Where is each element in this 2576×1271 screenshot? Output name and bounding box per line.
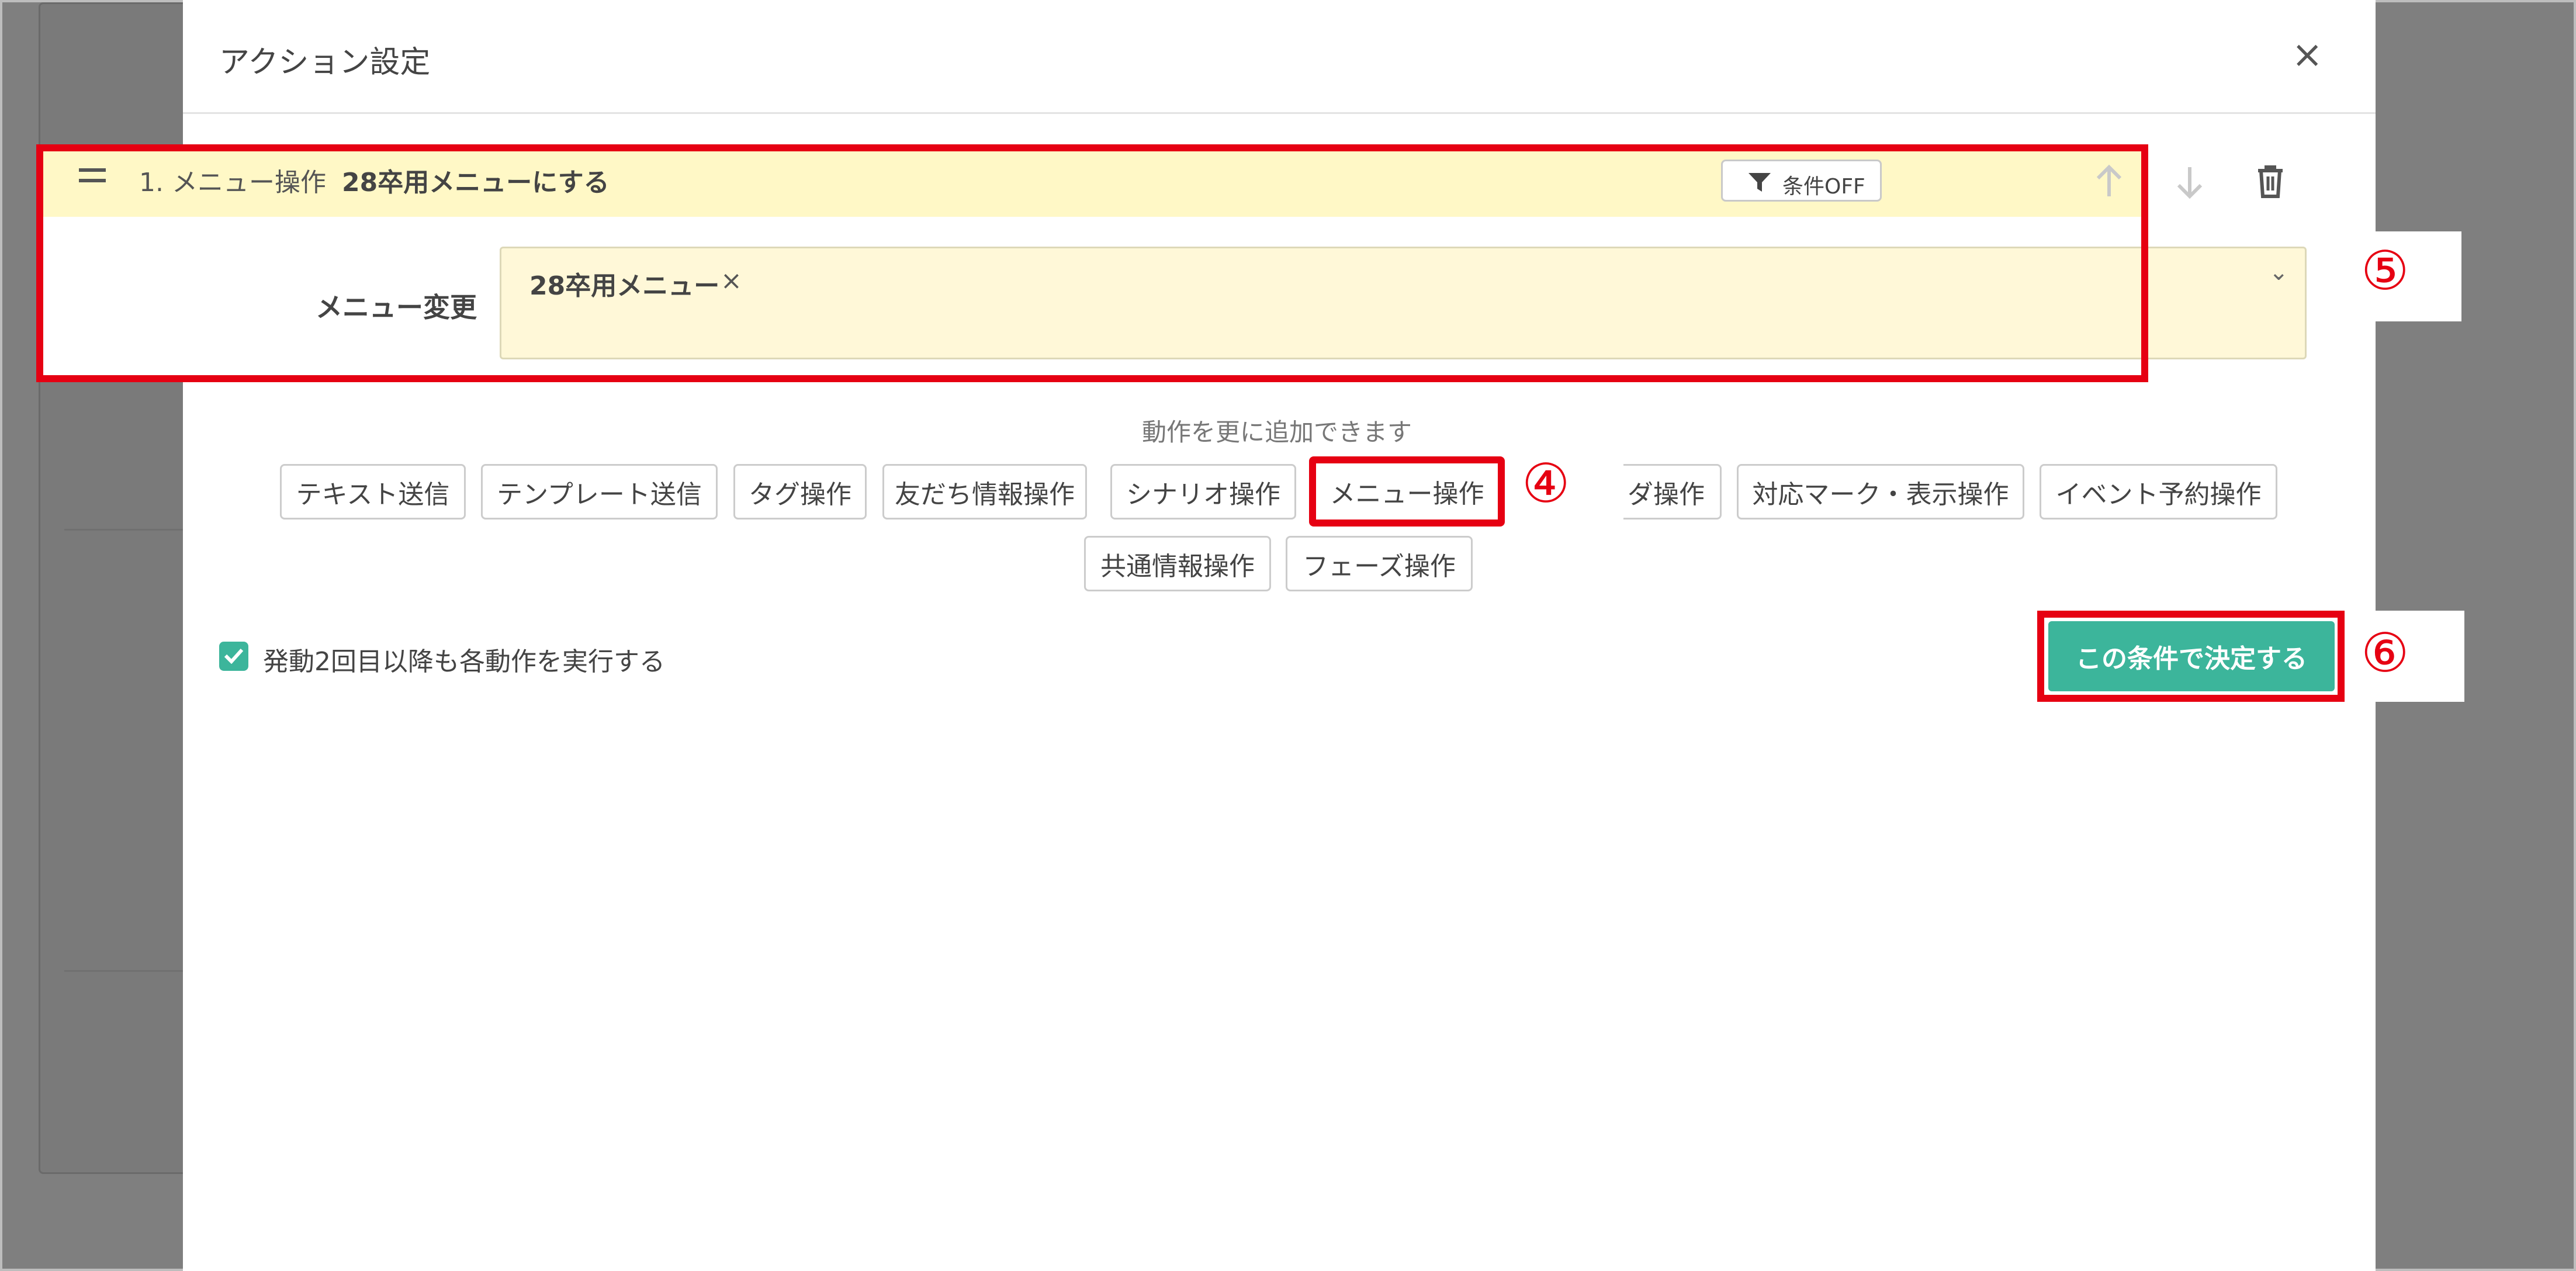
- highlight-box-action: [36, 144, 2148, 382]
- chip-event-reservation[interactable]: イベント予約操作: [2040, 464, 2277, 520]
- chip-menu-operation[interactable]: メニュー操作: [1309, 456, 1505, 527]
- repeat-checkbox-label: 発動2回目以降も各動作を実行する: [263, 647, 665, 677]
- chip-scenario[interactable]: シナリオ操作: [1110, 464, 1296, 520]
- annotation-five: ⑤: [2361, 240, 2409, 302]
- confirm-button[interactable]: この条件で決定する: [2048, 621, 2335, 691]
- chip-template-send[interactable]: テンプレート送信: [481, 464, 718, 520]
- arrow-down-icon[interactable]: [2170, 162, 2209, 201]
- chip-phase-operation[interactable]: フェーズ操作: [1286, 536, 1473, 591]
- modal-header: アクション設定 ×: [183, 0, 2376, 114]
- chip-partial[interactable]: ダ操作: [1623, 464, 1722, 520]
- background-divider: [64, 529, 196, 531]
- repeat-checkbox[interactable]: [219, 642, 248, 671]
- annotation-four: ④: [1522, 452, 1570, 515]
- chevron-down-icon[interactable]: ⌄: [2269, 259, 2288, 286]
- annotation-six: ⑥: [2361, 622, 2409, 684]
- chip-mark-display[interactable]: 対応マーク・表示操作: [1737, 464, 2024, 520]
- check-icon: [224, 648, 244, 664]
- chip-friend-info[interactable]: 友だち情報操作: [882, 464, 1087, 520]
- background-divider: [64, 970, 196, 972]
- chip-text-send[interactable]: テキスト送信: [280, 464, 466, 520]
- chip-common-info[interactable]: 共通情報操作: [1084, 536, 1271, 591]
- add-action-hint: 動作を更に追加できます: [1141, 418, 1412, 446]
- trash-icon[interactable]: [2251, 162, 2290, 201]
- modal-title: アクション設定: [219, 45, 431, 80]
- close-icon[interactable]: ×: [2291, 36, 2323, 74]
- chip-tag-operation[interactable]: タグ操作: [733, 464, 867, 520]
